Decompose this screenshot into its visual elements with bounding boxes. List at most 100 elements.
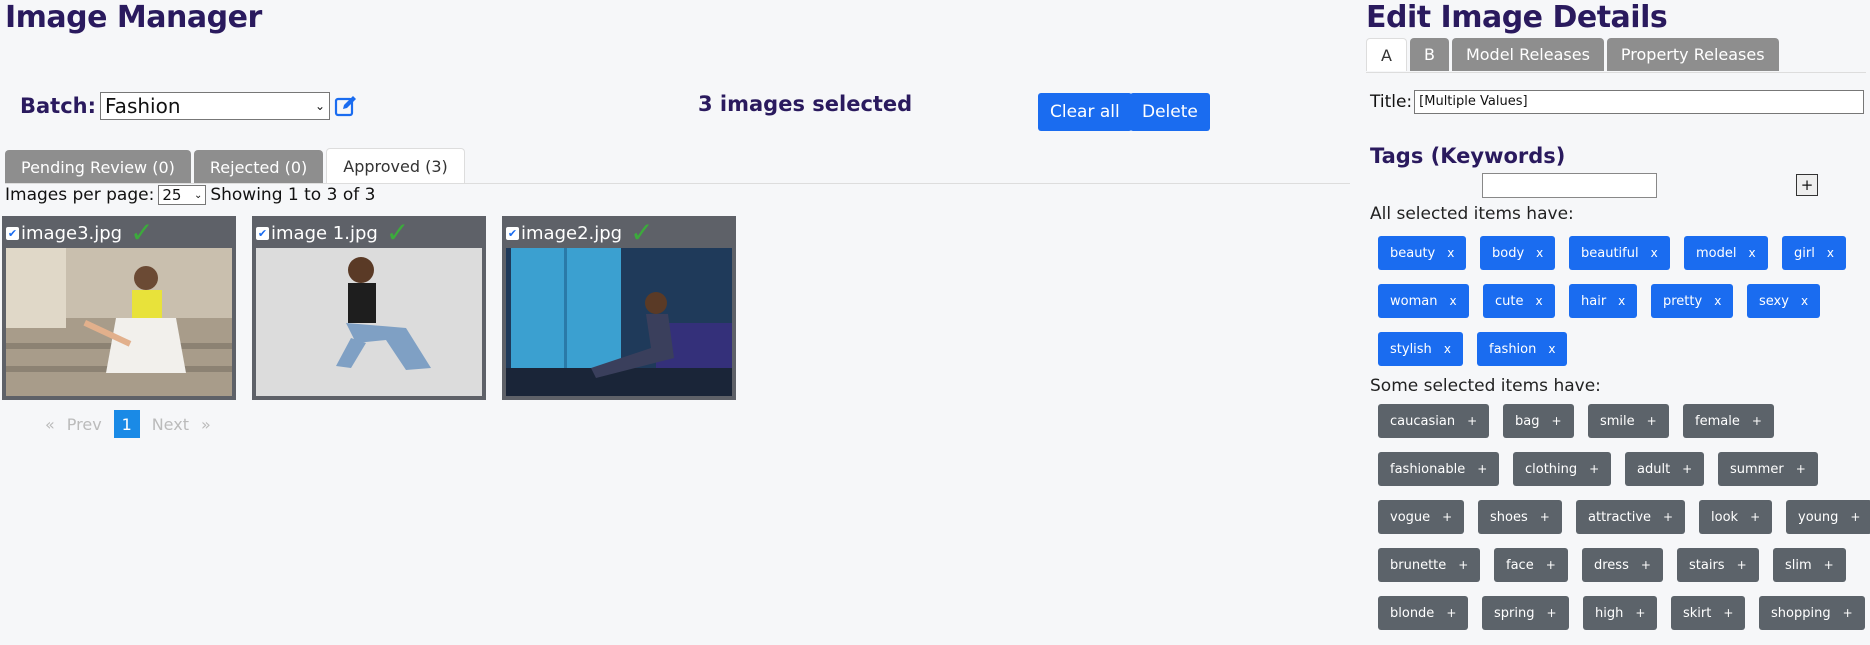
- remove-tag-icon[interactable]: x: [1548, 342, 1555, 356]
- add-tag-icon[interactable]: +: [1843, 606, 1853, 620]
- remove-tag-icon[interactable]: x: [1827, 246, 1834, 260]
- partial-tag-chip[interactable]: caucasian +: [1378, 404, 1490, 438]
- add-tag-icon[interactable]: +: [1635, 606, 1645, 620]
- remove-tag-icon[interactable]: x: [1447, 246, 1454, 260]
- image-thumbnail[interactable]: [6, 248, 232, 396]
- selected-tag-chip[interactable]: stylish x: [1378, 332, 1463, 366]
- partial-tag-chip[interactable]: face +: [1494, 548, 1568, 582]
- selected-tag-chip[interactable]: beautiful x: [1569, 236, 1670, 270]
- partial-tag-chip[interactable]: shopping +: [1759, 596, 1865, 630]
- last-page-link[interactable]: »: [201, 415, 211, 434]
- image-card[interactable]: ✔ image 1.jpg ✓: [252, 216, 486, 400]
- partial-tag-chip[interactable]: brunette +: [1378, 548, 1481, 582]
- partial-tag-chip[interactable]: young +: [1786, 500, 1870, 534]
- partial-tag-chip[interactable]: slim +: [1773, 548, 1846, 582]
- clear-all-button[interactable]: Clear all: [1038, 93, 1132, 131]
- remove-tag-icon[interactable]: x: [1449, 294, 1456, 308]
- remove-tag-icon[interactable]: x: [1536, 246, 1543, 260]
- remove-tag-icon[interactable]: x: [1651, 246, 1658, 260]
- selected-tag-chip[interactable]: body x: [1480, 236, 1556, 270]
- selected-tag-chip[interactable]: beauty x: [1378, 236, 1467, 270]
- add-tag-icon[interactable]: +: [1750, 510, 1760, 524]
- tab-model-releases[interactable]: Model Releases: [1451, 38, 1604, 71]
- partial-tag-chip[interactable]: stairs +: [1677, 548, 1759, 582]
- add-tag-icon[interactable]: +: [1546, 558, 1556, 572]
- tab-approved[interactable]: Approved (3): [326, 148, 465, 184]
- add-tag-icon[interactable]: +: [1824, 558, 1834, 572]
- selected-tag-chip[interactable]: cute x: [1483, 284, 1555, 318]
- partial-tag-chip[interactable]: high +: [1583, 596, 1658, 630]
- first-page-link[interactable]: «: [45, 415, 55, 434]
- partial-tag-chip[interactable]: spring +: [1482, 596, 1569, 630]
- selected-tag-chip[interactable]: fashion x: [1477, 332, 1568, 366]
- next-page-link[interactable]: Next: [152, 415, 189, 434]
- page-number-current[interactable]: 1: [113, 410, 140, 438]
- add-tag-icon[interactable]: +: [1467, 414, 1477, 428]
- delete-button[interactable]: Delete: [1130, 93, 1210, 131]
- add-tag-icon[interactable]: +: [1850, 510, 1860, 524]
- add-tag-icon[interactable]: +: [1442, 510, 1452, 524]
- tag-label: fashionable: [1390, 461, 1466, 477]
- select-checkbox[interactable]: ✔: [6, 226, 19, 240]
- selected-tag-chip[interactable]: model x: [1684, 236, 1768, 270]
- partial-tag-chip[interactable]: vogue +: [1378, 500, 1465, 534]
- partial-tag-chip[interactable]: attractive +: [1576, 500, 1686, 534]
- partial-tag-chip[interactable]: clothing +: [1513, 452, 1612, 486]
- partial-tag-chip[interactable]: shoes +: [1478, 500, 1562, 534]
- add-tag-icon[interactable]: +: [1477, 462, 1487, 476]
- selected-tag-chip[interactable]: girl x: [1782, 236, 1846, 270]
- title-input[interactable]: [Multiple Values]: [1414, 90, 1865, 114]
- tab-b[interactable]: B: [1409, 38, 1449, 71]
- partial-tag-chip[interactable]: blonde +: [1378, 596, 1469, 630]
- add-tag-icon[interactable]: +: [1663, 510, 1673, 524]
- remove-tag-icon[interactable]: x: [1748, 246, 1755, 260]
- partial-tag-chip[interactable]: dress +: [1582, 548, 1663, 582]
- per-page-select[interactable]: 25 ⌄: [158, 185, 207, 205]
- image-thumbnail[interactable]: [506, 248, 732, 396]
- add-tag-icon[interactable]: +: [1540, 510, 1550, 524]
- add-tag-icon[interactable]: +: [1546, 606, 1556, 620]
- partial-tag-chip[interactable]: adult +: [1625, 452, 1705, 486]
- add-tag-icon[interactable]: +: [1551, 414, 1561, 428]
- select-checkbox[interactable]: ✔: [256, 226, 269, 240]
- selected-tag-chip[interactable]: hair x: [1569, 284, 1638, 318]
- selected-tag-chip[interactable]: pretty x: [1651, 284, 1734, 318]
- remove-tag-icon[interactable]: x: [1618, 294, 1625, 308]
- add-tag-icon[interactable]: +: [1446, 606, 1456, 620]
- add-tag-icon[interactable]: +: [1723, 606, 1733, 620]
- add-tag-icon[interactable]: +: [1752, 414, 1762, 428]
- tab-property-releases[interactable]: Property Releases: [1606, 38, 1779, 71]
- tab-rejected[interactable]: Rejected (0): [193, 150, 324, 184]
- partial-tag-chip[interactable]: smile +: [1588, 404, 1669, 438]
- partial-tag-chip[interactable]: skirt +: [1671, 596, 1746, 630]
- add-tag-icon[interactable]: +: [1458, 558, 1468, 572]
- tag-input[interactable]: [1482, 173, 1657, 198]
- remove-tag-icon[interactable]: x: [1801, 294, 1808, 308]
- prev-page-link[interactable]: Prev: [67, 415, 102, 434]
- add-tag-icon[interactable]: +: [1737, 558, 1747, 572]
- batch-select[interactable]: Fashion ⌄: [100, 92, 331, 120]
- remove-tag-icon[interactable]: x: [1714, 294, 1721, 308]
- partial-tag-chip[interactable]: bag +: [1503, 404, 1574, 438]
- partial-tag-chip[interactable]: female +: [1683, 404, 1774, 438]
- edit-icon[interactable]: [334, 94, 358, 118]
- image-thumbnail[interactable]: [256, 248, 482, 396]
- add-tag-button[interactable]: +: [1796, 174, 1818, 196]
- tab-a[interactable]: A: [1366, 38, 1407, 71]
- image-card[interactable]: ✔ image2.jpg ✓: [502, 216, 736, 400]
- partial-tag-chip[interactable]: look +: [1699, 500, 1773, 534]
- select-checkbox[interactable]: ✔: [506, 226, 519, 240]
- remove-tag-icon[interactable]: x: [1444, 342, 1451, 356]
- remove-tag-icon[interactable]: x: [1535, 294, 1542, 308]
- add-tag-icon[interactable]: +: [1682, 462, 1692, 476]
- partial-tag-chip[interactable]: summer +: [1718, 452, 1818, 486]
- partial-tag-chip[interactable]: fashionable +: [1378, 452, 1500, 486]
- tab-pending-review[interactable]: Pending Review (0): [5, 150, 191, 184]
- selected-tag-chip[interactable]: sexy x: [1747, 284, 1821, 318]
- add-tag-icon[interactable]: +: [1589, 462, 1599, 476]
- selected-tag-chip[interactable]: woman x: [1378, 284, 1469, 318]
- add-tag-icon[interactable]: +: [1647, 414, 1657, 428]
- image-card[interactable]: ✔ image3.jpg ✓: [2, 216, 236, 400]
- add-tag-icon[interactable]: +: [1641, 558, 1651, 572]
- add-tag-icon[interactable]: +: [1796, 462, 1806, 476]
